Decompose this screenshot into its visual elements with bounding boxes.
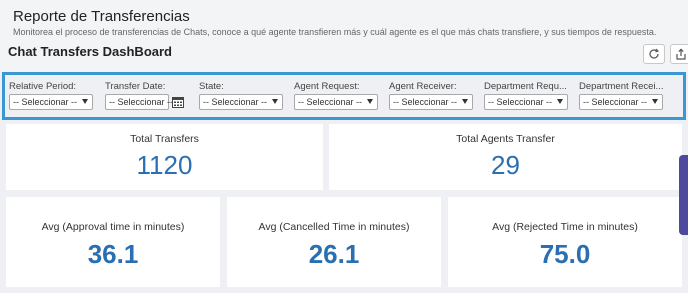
total-agents-transfer-card: Total Agents Transfer 29 bbox=[329, 124, 682, 190]
filter-label: Relative Period: bbox=[9, 81, 77, 92]
agent-receiver-select[interactable]: -- Seleccionar -- bbox=[389, 94, 473, 110]
chevron-down-icon bbox=[367, 99, 373, 104]
agent-request-select[interactable]: -- Seleccionar -- bbox=[294, 94, 378, 110]
select-value: -- Seleccionar -- bbox=[583, 97, 648, 107]
kpi-label: Total Agents Transfer bbox=[456, 133, 555, 145]
page-title: Reporte de Transferencias bbox=[13, 8, 190, 25]
select-value: -- Seleccionar -- bbox=[298, 97, 363, 107]
filter-label: Department Requ... bbox=[484, 81, 567, 92]
chevron-down-icon bbox=[272, 99, 278, 104]
report-header: Reporte de Transferencias Monitorea el p… bbox=[0, 0, 688, 72]
chevron-down-icon bbox=[652, 99, 658, 104]
select-value: -- Seleccionar -- bbox=[488, 97, 553, 107]
chevron-down-icon bbox=[462, 99, 468, 104]
avg-rejected-card: Avg (Rejected Time in minutes) 75.0 bbox=[448, 197, 682, 287]
state-select[interactable]: -- Seleccionar -- bbox=[199, 94, 283, 110]
refresh-button[interactable] bbox=[643, 44, 665, 64]
kpi-value: 29 bbox=[491, 150, 520, 180]
chevron-down-icon bbox=[557, 99, 563, 104]
avg-cancelled-card: Avg (Cancelled Time in minutes) 26.1 bbox=[227, 197, 441, 287]
select-value: -- Seleccionar -- bbox=[203, 97, 268, 107]
filter-transfer-date: Transfer Date: -- Seleccionar -- bbox=[105, 81, 193, 110]
avg-approval-card: Avg (Approval time in minutes) 36.1 bbox=[6, 197, 220, 287]
filter-label: Agent Request: bbox=[294, 81, 360, 92]
kpi-label: Avg (Approval time in minutes) bbox=[41, 221, 185, 233]
kpi-value: 75.0 bbox=[539, 239, 591, 269]
transfer-date-input[interactable]: -- Seleccionar -- bbox=[105, 94, 184, 110]
kpi-label: Avg (Rejected Time in minutes) bbox=[492, 221, 638, 233]
select-value: -- Seleccionar -- bbox=[13, 97, 78, 107]
filter-label: Transfer Date: bbox=[105, 81, 166, 92]
filter-agent-receiver: Agent Receiver: -- Seleccionar -- bbox=[389, 81, 477, 110]
filter-label: State: bbox=[199, 81, 224, 92]
filter-state: State: -- Seleccionar -- bbox=[199, 81, 287, 110]
dashboard-title: Chat Transfers DashBoard bbox=[8, 44, 172, 59]
filter-department-receiver: Department Recei... -- Seleccionar -- bbox=[579, 81, 667, 110]
share-button[interactable] bbox=[670, 44, 688, 64]
total-transfers-card: Total Transfers 1120 bbox=[6, 124, 323, 190]
chevron-down-icon bbox=[82, 99, 88, 104]
calendar-icon[interactable] bbox=[172, 96, 184, 108]
select-value: -- Seleccionar -- bbox=[393, 97, 458, 107]
kpi-value: 36.1 bbox=[87, 239, 139, 269]
department-receiver-select[interactable]: -- Seleccionar -- bbox=[579, 94, 663, 110]
kpi-label: Avg (Cancelled Time in minutes) bbox=[258, 221, 410, 233]
filter-label: Department Recei... bbox=[579, 81, 664, 92]
filter-label: Agent Receiver: bbox=[389, 81, 457, 92]
select-value: -- Seleccionar -- bbox=[109, 97, 174, 107]
share-icon bbox=[676, 48, 686, 60]
side-panel-toggle[interactable] bbox=[679, 155, 688, 235]
filter-relative-period: Relative Period: -- Seleccionar -- bbox=[9, 81, 97, 110]
relative-period-select[interactable]: -- Seleccionar -- bbox=[9, 94, 93, 110]
filter-bar: Relative Period: -- Seleccionar -- Trans… bbox=[2, 72, 686, 120]
kpi-label: Total Transfers bbox=[130, 133, 199, 145]
page-subtitle: Monitorea el proceso de transferencias d… bbox=[13, 27, 657, 37]
refresh-icon bbox=[649, 48, 660, 59]
department-request-select[interactable]: -- Seleccionar -- bbox=[484, 94, 568, 110]
filter-agent-request: Agent Request: -- Seleccionar -- bbox=[294, 81, 382, 110]
filter-department-request: Department Requ... -- Seleccionar -- bbox=[484, 81, 572, 110]
kpi-value: 26.1 bbox=[308, 239, 360, 269]
kpi-value: 1120 bbox=[136, 150, 193, 180]
